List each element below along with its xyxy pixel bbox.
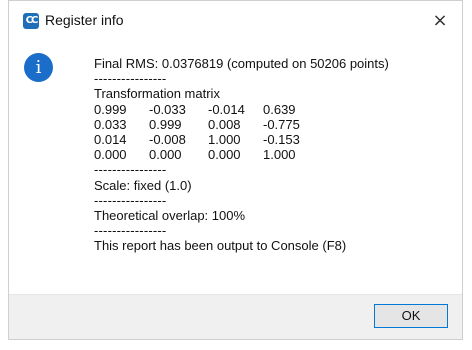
matrix-cell: -0.033 bbox=[149, 101, 186, 117]
close-button[interactable]: × bbox=[418, 1, 462, 41]
matrix-row: 0.033 0.999 0.008 -0.775 bbox=[94, 117, 300, 132]
final-rms-line: Final RMS: 0.0376819 (computed on 50206 … bbox=[94, 56, 389, 71]
cloudcompare-icon: CC bbox=[23, 13, 39, 29]
info-icon: i bbox=[24, 53, 53, 82]
matrix-cell: 0.639 bbox=[263, 101, 296, 117]
matrix-cell: 0.000 bbox=[149, 147, 182, 163]
report-text: Final RMS: 0.0376819 (computed on 50206 … bbox=[94, 56, 454, 254]
close-icon: × bbox=[432, 10, 448, 31]
matrix-cell: 0.014 bbox=[94, 132, 127, 148]
matrix-cell: -0.153 bbox=[263, 132, 300, 148]
dialog-title: Register info bbox=[45, 12, 124, 28]
matrix-cell: 0.008 bbox=[208, 116, 241, 132]
matrix-cell: 0.000 bbox=[94, 147, 127, 163]
matrix-cell: 0.999 bbox=[94, 101, 127, 117]
matrix-row: 0.999 -0.033 -0.014 0.639 bbox=[94, 102, 300, 117]
separator: ---------------- bbox=[94, 71, 167, 87]
matrix-cell: -0.008 bbox=[149, 132, 186, 148]
matrix-row: 0.000 0.000 0.000 1.000 bbox=[94, 147, 300, 162]
matrix-cell: 0.999 bbox=[149, 116, 182, 132]
separator: ---------------- bbox=[94, 223, 167, 239]
matrix-cell: -0.014 bbox=[208, 101, 245, 117]
matrix-cell: -0.775 bbox=[263, 116, 300, 132]
transformation-matrix: 0.999 -0.033 -0.014 0.639 0.033 0.999 0.… bbox=[94, 102, 300, 163]
ok-button[interactable]: OK bbox=[374, 304, 448, 328]
scale-line: Scale: fixed (1.0) bbox=[94, 177, 192, 193]
matrix-title: Transformation matrix bbox=[94, 86, 220, 102]
title-bar[interactable]: CC Register info × bbox=[9, 1, 462, 41]
separator: ---------------- bbox=[94, 162, 167, 178]
register-info-dialog: CC Register info × i Final RMS: 0.037681… bbox=[8, 0, 463, 340]
overlap-line: Theoretical overlap: 100% bbox=[94, 208, 246, 224]
console-note-line: This report has been output to Console (… bbox=[94, 238, 347, 254]
dialog-footer: OK bbox=[9, 294, 462, 339]
matrix-cell: 1.000 bbox=[208, 132, 241, 148]
matrix-row: 0.014 -0.008 1.000 -0.153 bbox=[94, 132, 300, 147]
matrix-cell: 1.000 bbox=[263, 147, 296, 163]
matrix-cell: 0.033 bbox=[94, 116, 127, 132]
matrix-cell: 0.000 bbox=[208, 147, 241, 163]
separator: ---------------- bbox=[94, 192, 167, 208]
